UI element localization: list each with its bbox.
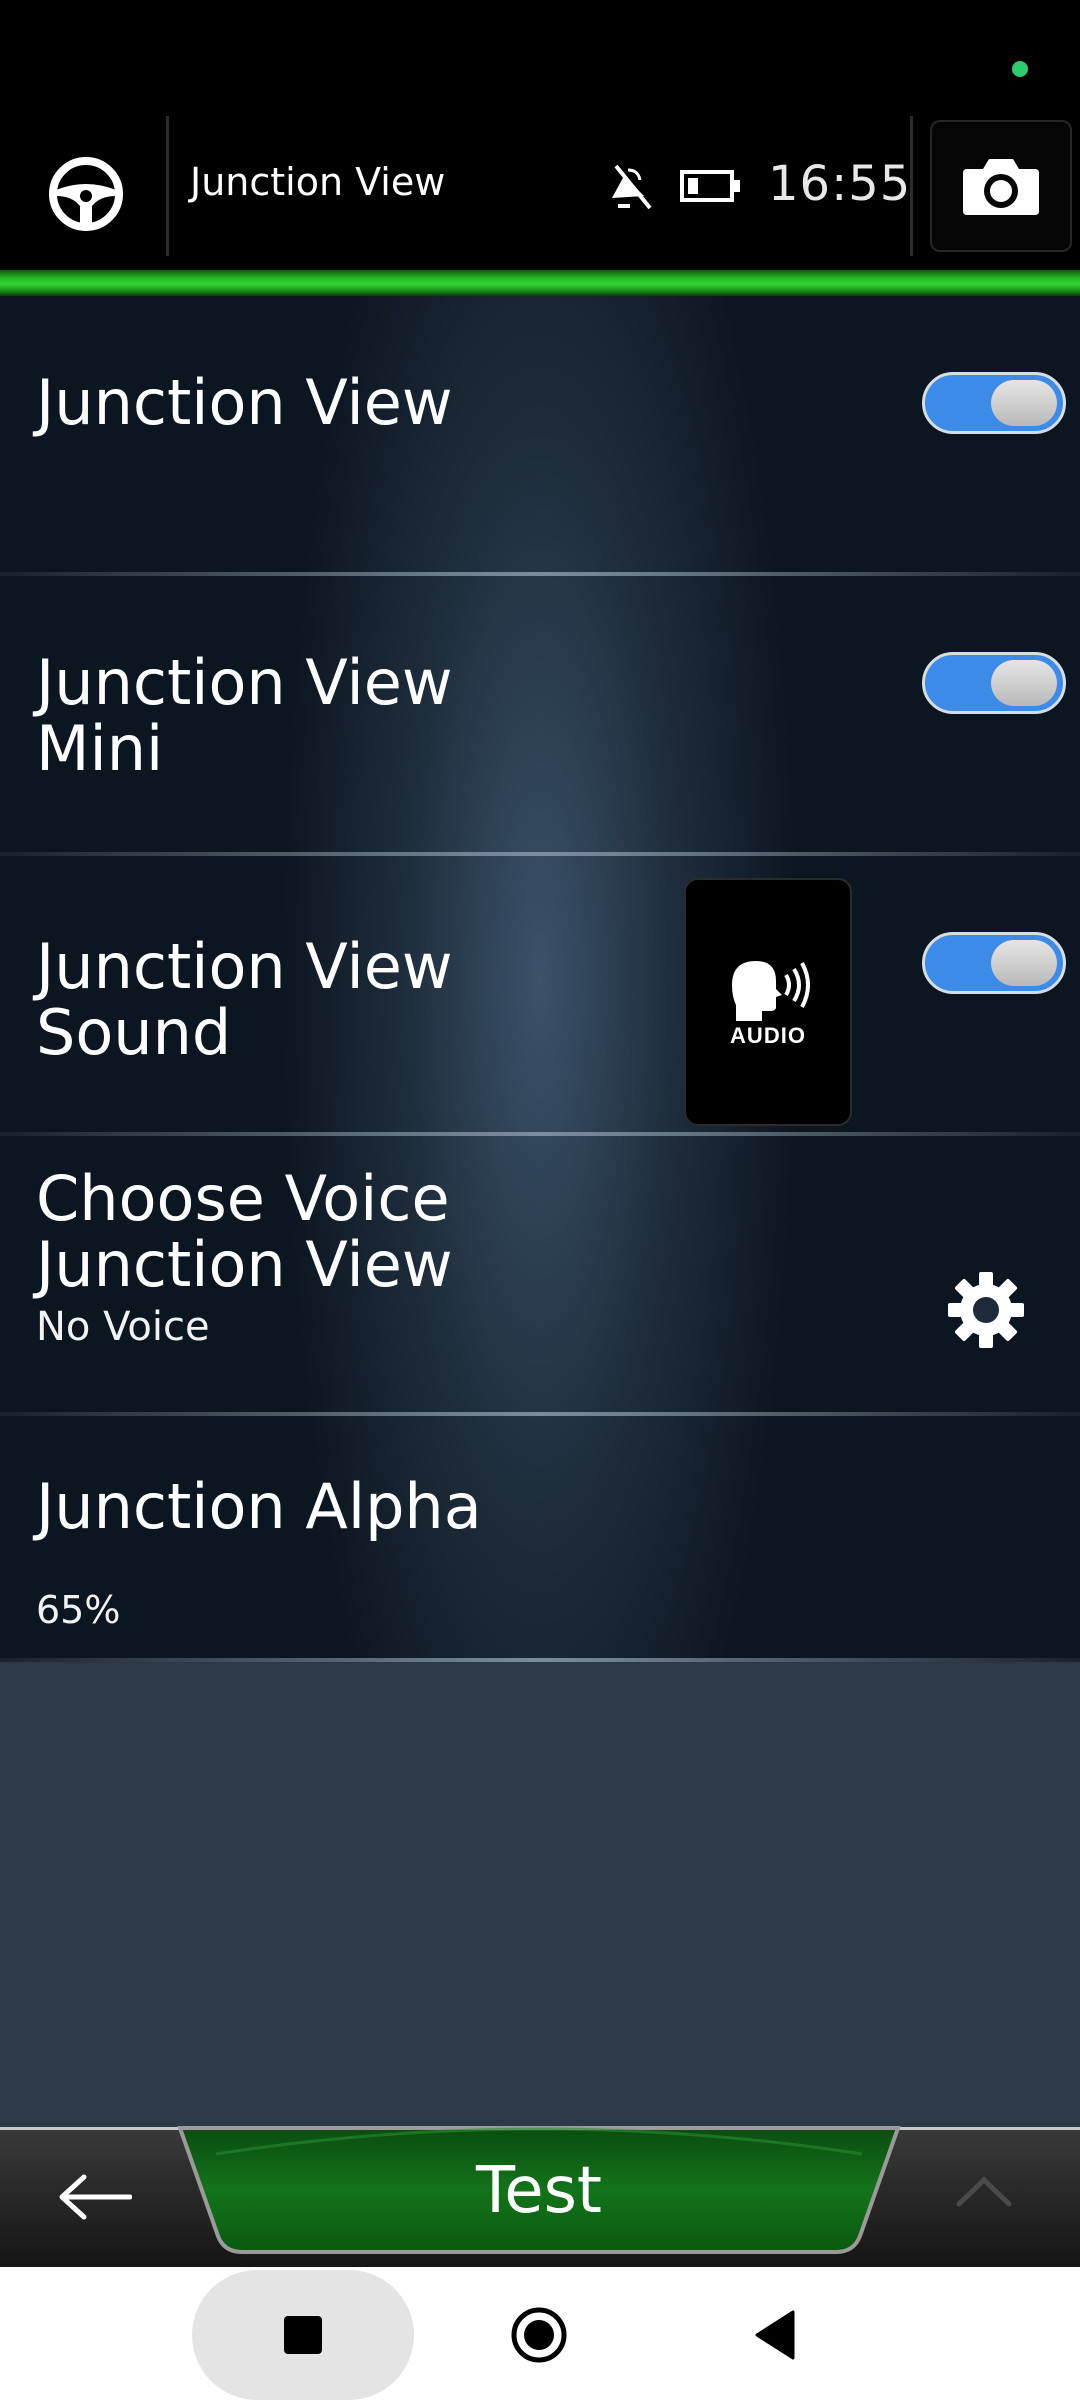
recents-square-icon [284,2316,322,2354]
app-header: Junction View 16:55 [0,110,1080,270]
back-button[interactable] [40,2152,150,2242]
toggle-knob [991,380,1057,426]
setting-label: Junction View [36,366,453,439]
test-button[interactable]: Test [176,2124,902,2254]
setting-label: Junction View Sound [36,930,453,1069]
voice-value: No Voice [36,1304,210,1350]
content-background [0,1662,1080,2127]
scroll-up-button[interactable] [944,2151,1024,2231]
toggle-knob [991,940,1057,986]
settings-list: Junction View Junction View Mini Junctio… [0,296,1080,1662]
alpha-value: 65% [36,1588,121,1632]
chevron-up-icon [956,2176,1012,2207]
audio-tile[interactable]: AUDIO [684,878,852,1126]
test-button-label: Test [475,2154,603,2228]
setting-label: Junction Alpha [36,1470,482,1543]
toggle-knob [991,660,1057,706]
audio-tile-caption: AUDIO [730,1023,806,1048]
steering-wheel-icon [49,157,123,231]
setting-row-junction-alpha[interactable]: Junction Alpha 65% [0,1416,1080,1662]
gear-icon [948,1272,1024,1348]
camera-button[interactable] [930,120,1072,252]
home-circle-icon [511,2307,567,2363]
back-triangle-icon [755,2310,795,2360]
setting-row-junction-view-sound[interactable]: Junction View Sound AUDIO [0,856,1080,1136]
drive-mode-button[interactable] [36,144,136,244]
home-button[interactable] [494,2290,584,2380]
recents-button[interactable] [258,2290,348,2380]
clock-time: 16:55 [768,156,912,212]
gps-off-icon [612,164,652,210]
voice-settings-button[interactable] [942,1266,1030,1354]
camera-icon [963,159,1039,215]
junction-view-sound-toggle[interactable] [922,932,1066,994]
page-title: Junction View [190,160,446,204]
header-accent-bar [0,270,1080,296]
setting-row-junction-view-mini[interactable]: Junction View Mini [0,576,1080,856]
back-arrow-icon [59,2174,132,2220]
status-indicator-dot [1012,61,1028,77]
system-back-button[interactable] [730,2290,820,2380]
setting-row-junction-view[interactable]: Junction View [0,296,1080,576]
header-divider [910,116,913,256]
junction-view-mini-toggle[interactable] [922,652,1066,714]
junction-view-toggle[interactable] [922,372,1066,434]
setting-label: Choose Voice Junction View [36,1162,453,1301]
setting-label: Junction View Mini [36,646,453,785]
speaking-head-icon [732,961,810,1021]
header-divider [166,116,169,256]
setting-row-choose-voice[interactable]: Choose Voice Junction View No Voice [0,1136,1080,1416]
battery-icon [680,170,740,202]
